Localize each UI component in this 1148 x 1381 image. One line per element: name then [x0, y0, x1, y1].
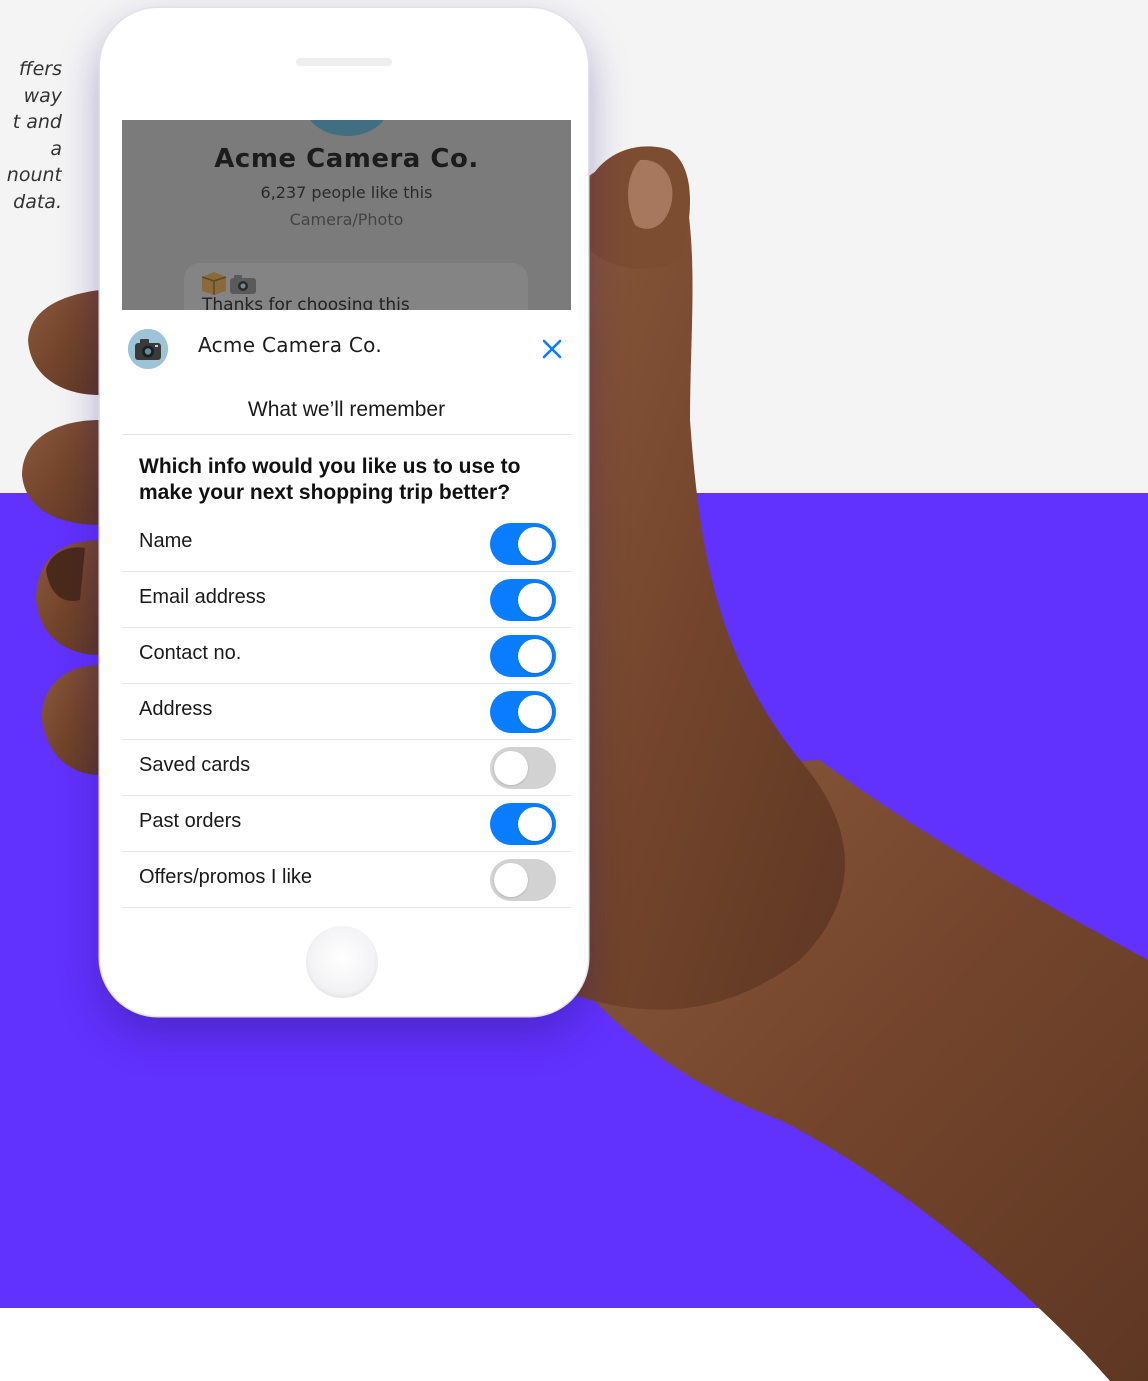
address-toggle[interactable] [490, 691, 556, 733]
background-category: Camera/Photo [289, 210, 404, 229]
package-camera-emoji-icon [201, 272, 256, 295]
phone-speaker [296, 58, 392, 66]
permission-question: Which info would you like us to use to m… [139, 455, 521, 504]
permission-row-name[interactable]: Name [122, 516, 571, 572]
permission-row-contact[interactable]: Contact no. [122, 628, 571, 684]
saved-cards-toggle[interactable] [490, 747, 556, 789]
background-message-bubble: Thanks for choosing this [184, 263, 528, 310]
toggle-knob [518, 695, 552, 729]
permission-row-past-orders[interactable]: Past orders [122, 796, 571, 852]
close-icon [542, 339, 562, 359]
home-button[interactable] [306, 926, 378, 998]
name-toggle[interactable] [490, 523, 556, 565]
background-page-title: Acme Camera Co. [214, 144, 479, 174]
permission-label: Past orders [139, 810, 242, 832]
brand-name: Acme Camera Co. [198, 333, 383, 357]
phone-screen: Acme Camera Co. 6,237 people like this C… [122, 120, 571, 915]
contact-toggle[interactable] [490, 635, 556, 677]
permission-list: Name Email address Contact no. Address S… [122, 516, 571, 908]
sheet-header: Acme Camera Co. What we’ll remember [122, 324, 571, 435]
toggle-knob [518, 639, 552, 673]
offers-toggle[interactable] [490, 859, 556, 901]
permission-row-saved-cards[interactable]: Saved cards [122, 740, 571, 796]
toggle-knob [494, 751, 528, 785]
permission-row-address[interactable]: Address [122, 684, 571, 740]
camera-avatar [128, 329, 168, 369]
background-page: Acme Camera Co. 6,237 people like this C… [122, 120, 571, 310]
background-message-text: Thanks for choosing this [202, 295, 410, 310]
toggle-knob [518, 807, 552, 841]
phone-device: Acme Camera Co. 6,237 people like this C… [100, 8, 588, 1016]
permissions-sheet: Acme Camera Co. What we’ll remember Whic… [122, 324, 571, 915]
permission-label: Saved cards [139, 754, 251, 776]
toggle-knob [518, 583, 552, 617]
camera-icon [128, 329, 168, 369]
permission-label: Email address [139, 586, 266, 608]
permission-label: Address [139, 698, 213, 720]
background-avatar [304, 120, 390, 136]
permission-label: Contact no. [139, 642, 242, 664]
permission-row-offers[interactable]: Offers/promos I like [122, 852, 571, 908]
email-toggle[interactable] [490, 579, 556, 621]
close-button[interactable] [538, 335, 566, 363]
permission-label: Offers/promos I like [139, 866, 313, 888]
toggle-knob [494, 863, 528, 897]
toggle-knob [518, 527, 552, 561]
sheet-title: What we’ll remember [247, 398, 446, 421]
permission-label: Name [139, 530, 193, 552]
past-orders-toggle[interactable] [490, 803, 556, 845]
background-likes-count: 6,237 people like this [260, 183, 433, 202]
permission-row-email[interactable]: Email address [122, 572, 571, 628]
